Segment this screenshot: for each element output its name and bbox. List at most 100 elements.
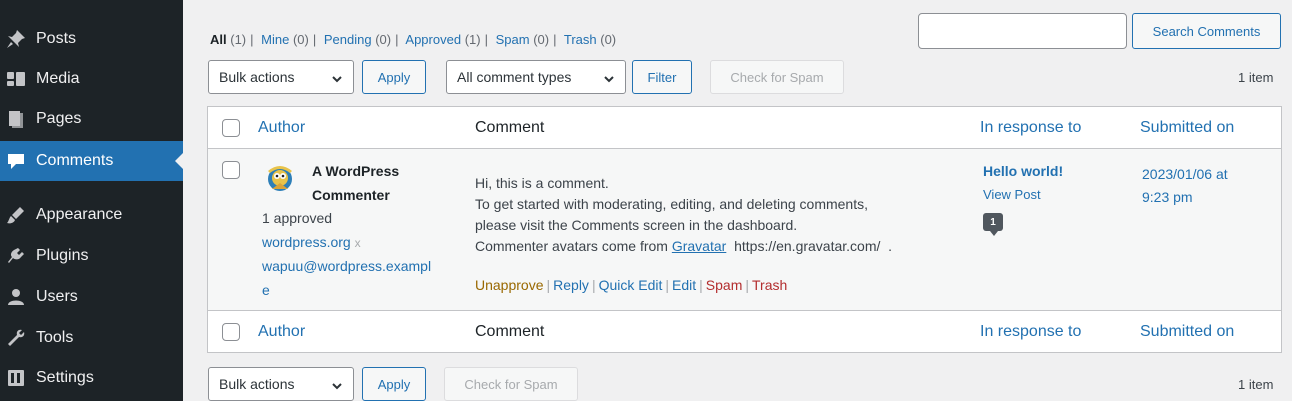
bulk-actions-value: Bulk actions — [219, 69, 295, 85]
sidebar-item-appearance[interactable]: Appearance — [0, 195, 183, 235]
check-spam-button[interactable]: Check for Spam — [710, 60, 844, 94]
comment-line-text: https://en.gravatar.com/ . — [726, 238, 893, 254]
author-name-line2: Commenter — [312, 187, 390, 203]
search-comments-button[interactable]: Search Comments — [1132, 13, 1281, 49]
sidebar-item-label: Appearance — [36, 206, 123, 223]
sidebar-item-comments[interactable]: Comments — [0, 141, 183, 181]
table-header-row: Author Comment In response to Submitted … — [208, 107, 1281, 149]
separator: | — [312, 32, 317, 47]
comment-line: To get started with moderating, editing,… — [475, 196, 868, 212]
comment-line: Hi, this is a comment. — [475, 175, 609, 191]
spam-link[interactable]: Spam — [706, 277, 743, 293]
admin-sidebar: Posts Media Pages Comments Appearance Pl… — [0, 0, 183, 401]
separator: | — [546, 277, 551, 293]
sidebar-item-tools[interactable]: Tools — [0, 318, 183, 358]
comment-line: please visit the Comments screen in the … — [475, 217, 798, 233]
filter-all-count: (1) — [230, 32, 247, 47]
post-title-link[interactable]: Hello world! — [983, 163, 1063, 179]
comment-type-value: All comment types — [457, 69, 572, 85]
sidebar-item-label: Settings — [36, 369, 94, 386]
separator: | — [591, 277, 596, 293]
response-column-header[interactable]: In response to — [980, 119, 1081, 137]
check-spam-button-bottom[interactable]: Check for Spam — [444, 367, 578, 401]
sidebar-item-plugins[interactable]: Plugins — [0, 236, 183, 276]
separator: | — [250, 32, 254, 47]
select-all-checkbox-footer[interactable] — [222, 323, 240, 341]
gravatar-link[interactable]: Gravatar — [672, 238, 726, 254]
comment-line: Commenter avatars come from Gravatar htt… — [475, 236, 945, 257]
chevron-down-icon — [603, 72, 615, 84]
apply-button[interactable]: Apply — [362, 60, 426, 94]
sidebar-item-label: Comments — [36, 152, 114, 169]
filter-pending-link[interactable]: Pending (0) — [324, 32, 391, 47]
item-count-bottom: 1 item — [1238, 377, 1274, 392]
filter-approved-link[interactable]: Approved (1) — [405, 32, 480, 47]
edit-link[interactable]: Edit — [672, 277, 696, 293]
bulk-actions-select-bottom[interactable]: Bulk actions — [208, 367, 354, 401]
sidebar-item-label: Pages — [36, 110, 82, 127]
bulk-actions-value: Bulk actions — [219, 376, 295, 392]
trash-link[interactable]: Trash — [752, 277, 787, 293]
chevron-down-icon — [331, 379, 343, 391]
comment-icon — [6, 151, 26, 171]
approved-count: 1 approved — [262, 210, 333, 226]
media-icon — [6, 69, 26, 89]
response-column-footer[interactable]: In response to — [980, 323, 1081, 341]
author-email-link-wrap[interactable]: e — [262, 282, 270, 298]
apply-button-bottom[interactable]: Apply — [362, 367, 426, 401]
avatar — [268, 166, 292, 191]
search-input[interactable] — [918, 13, 1127, 49]
pages-icon — [6, 109, 26, 129]
chevron-down-icon — [331, 72, 343, 84]
filter-spam-link[interactable]: Spam (0) — [496, 32, 549, 47]
settings-icon — [6, 368, 26, 388]
separator: | — [699, 277, 703, 293]
author-url-link[interactable]: wordpress.org — [262, 234, 351, 250]
author-email-link[interactable]: wapuu@wordpress.exampl — [262, 258, 431, 274]
unapprove-link[interactable]: Unapprove — [475, 277, 544, 293]
remove-url-x[interactable]: x — [355, 236, 361, 250]
comment-type-select[interactable]: All comment types — [446, 60, 626, 94]
filter-mine-link[interactable]: Mine (0) — [261, 32, 309, 47]
view-post-link[interactable]: View Post — [983, 187, 1041, 202]
bulk-actions-select[interactable]: Bulk actions — [208, 60, 354, 94]
sidebar-item-label: Users — [36, 288, 78, 305]
separator: | — [745, 277, 750, 293]
submitted-date-link[interactable]: 2023/01/06 at 9:23 pm — [1142, 163, 1262, 209]
status-filter-links: All (1) | Mine (0) | Pending (0) | Approved… — [210, 32, 616, 47]
item-count: 1 item — [1238, 70, 1274, 85]
plug-icon — [6, 246, 26, 266]
comment-count-bubble[interactable]: 1 — [983, 213, 1003, 236]
reply-link[interactable]: Reply — [553, 277, 589, 293]
sidebar-item-pages[interactable]: Pages — [0, 99, 183, 139]
separator: | — [553, 32, 557, 47]
filter-trash-link[interactable]: Trash (0) — [564, 32, 616, 47]
sidebar-item-posts[interactable]: Posts — [0, 19, 183, 59]
wrench-icon — [6, 328, 26, 348]
sidebar-item-users[interactable]: Users — [0, 277, 183, 317]
row-actions: Unapprove | Reply | Quick Edit | Edit | Spam | Tra… — [475, 277, 787, 293]
table-row: A WordPress Commenter 1 approved wordpre… — [208, 149, 1281, 310]
time-line: 9:23 pm — [1142, 189, 1193, 205]
select-all-checkbox[interactable] — [222, 119, 240, 137]
filter-button[interactable]: Filter — [632, 60, 692, 94]
sidebar-item-label: Plugins — [36, 247, 89, 264]
author-column-header[interactable]: Author — [258, 119, 305, 137]
quick-edit-link[interactable]: Quick Edit — [599, 277, 663, 293]
brush-icon — [6, 205, 26, 225]
author-column-footer[interactable]: Author — [258, 323, 305, 341]
comment-line-text: Commenter avatars come from — [475, 238, 672, 254]
separator: | — [395, 32, 399, 47]
sidebar-item-settings[interactable]: Settings — [0, 358, 183, 398]
row-checkbox[interactable] — [222, 161, 240, 179]
sidebar-item-label: Posts — [36, 30, 77, 47]
sidebar-item-media[interactable]: Media — [0, 59, 183, 99]
comment-column-footer: Comment — [475, 323, 545, 340]
filter-all-link[interactable]: All — [210, 32, 227, 47]
submitted-column-footer[interactable]: Submitted on — [1140, 323, 1234, 341]
user-icon — [6, 287, 26, 307]
table-footer-row: Author Comment In response to Submitted … — [208, 310, 1281, 352]
submitted-column-header[interactable]: Submitted on — [1140, 119, 1234, 137]
separator: | — [484, 32, 488, 47]
sidebar-item-label: Tools — [36, 329, 74, 346]
